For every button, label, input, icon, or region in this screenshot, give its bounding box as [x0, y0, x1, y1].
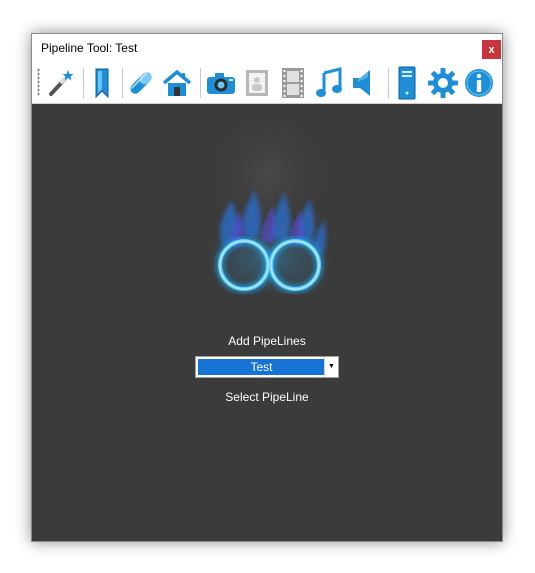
film-strip-button[interactable]	[276, 65, 310, 101]
film-strip-icon	[279, 67, 307, 99]
toolbar-separator	[200, 68, 201, 98]
info-button[interactable]	[462, 65, 496, 101]
magic-wand-button[interactable]	[44, 65, 78, 101]
toolbar	[32, 62, 502, 104]
select-pipeline-label: Select PipeLine	[225, 390, 309, 404]
toolbar-separator	[388, 68, 389, 98]
settings-button[interactable]	[426, 65, 460, 101]
pill-icon	[126, 68, 156, 98]
picture-frame-icon	[243, 68, 271, 98]
magic-wand-icon	[46, 68, 76, 98]
main-content: Add PipeLines Test ▼ Select PipeLine	[32, 104, 502, 541]
info-icon	[463, 67, 495, 99]
toolbar-grip[interactable]	[37, 68, 40, 96]
pipeline-tool-window: Pipeline Tool: Test x Add PipeLines Test…	[31, 33, 503, 542]
speaker-icon	[350, 67, 380, 99]
computer-button[interactable]	[390, 65, 424, 101]
add-pipelines-label[interactable]: Add PipeLines	[32, 334, 502, 348]
chevron-down-icon[interactable]: ▼	[324, 357, 338, 377]
camera-icon	[205, 69, 237, 97]
title-bar: Pipeline Tool: Test x	[32, 34, 502, 62]
gear-icon	[427, 67, 459, 99]
bookmark-button[interactable]	[85, 65, 119, 101]
bookmark-icon	[87, 67, 117, 99]
toolbar-separator	[122, 68, 123, 98]
speaker-button[interactable]	[348, 65, 382, 101]
home-icon	[161, 68, 193, 98]
camera-button[interactable]	[204, 65, 238, 101]
computer-tower-icon	[395, 66, 419, 100]
close-button[interactable]: x	[482, 40, 501, 59]
toolbar-separator	[83, 68, 84, 98]
picture-frame-button[interactable]	[240, 65, 274, 101]
pipeline-select[interactable]: Test ▼	[195, 356, 339, 378]
pill-button[interactable]	[124, 65, 158, 101]
blue-flame-infinity-icon	[202, 119, 337, 304]
pipeline-select-value: Test	[198, 359, 325, 375]
window-title: Pipeline Tool: Test	[41, 41, 138, 55]
home-button[interactable]	[160, 65, 194, 101]
music-note-icon	[314, 67, 344, 99]
music-button[interactable]	[312, 65, 346, 101]
